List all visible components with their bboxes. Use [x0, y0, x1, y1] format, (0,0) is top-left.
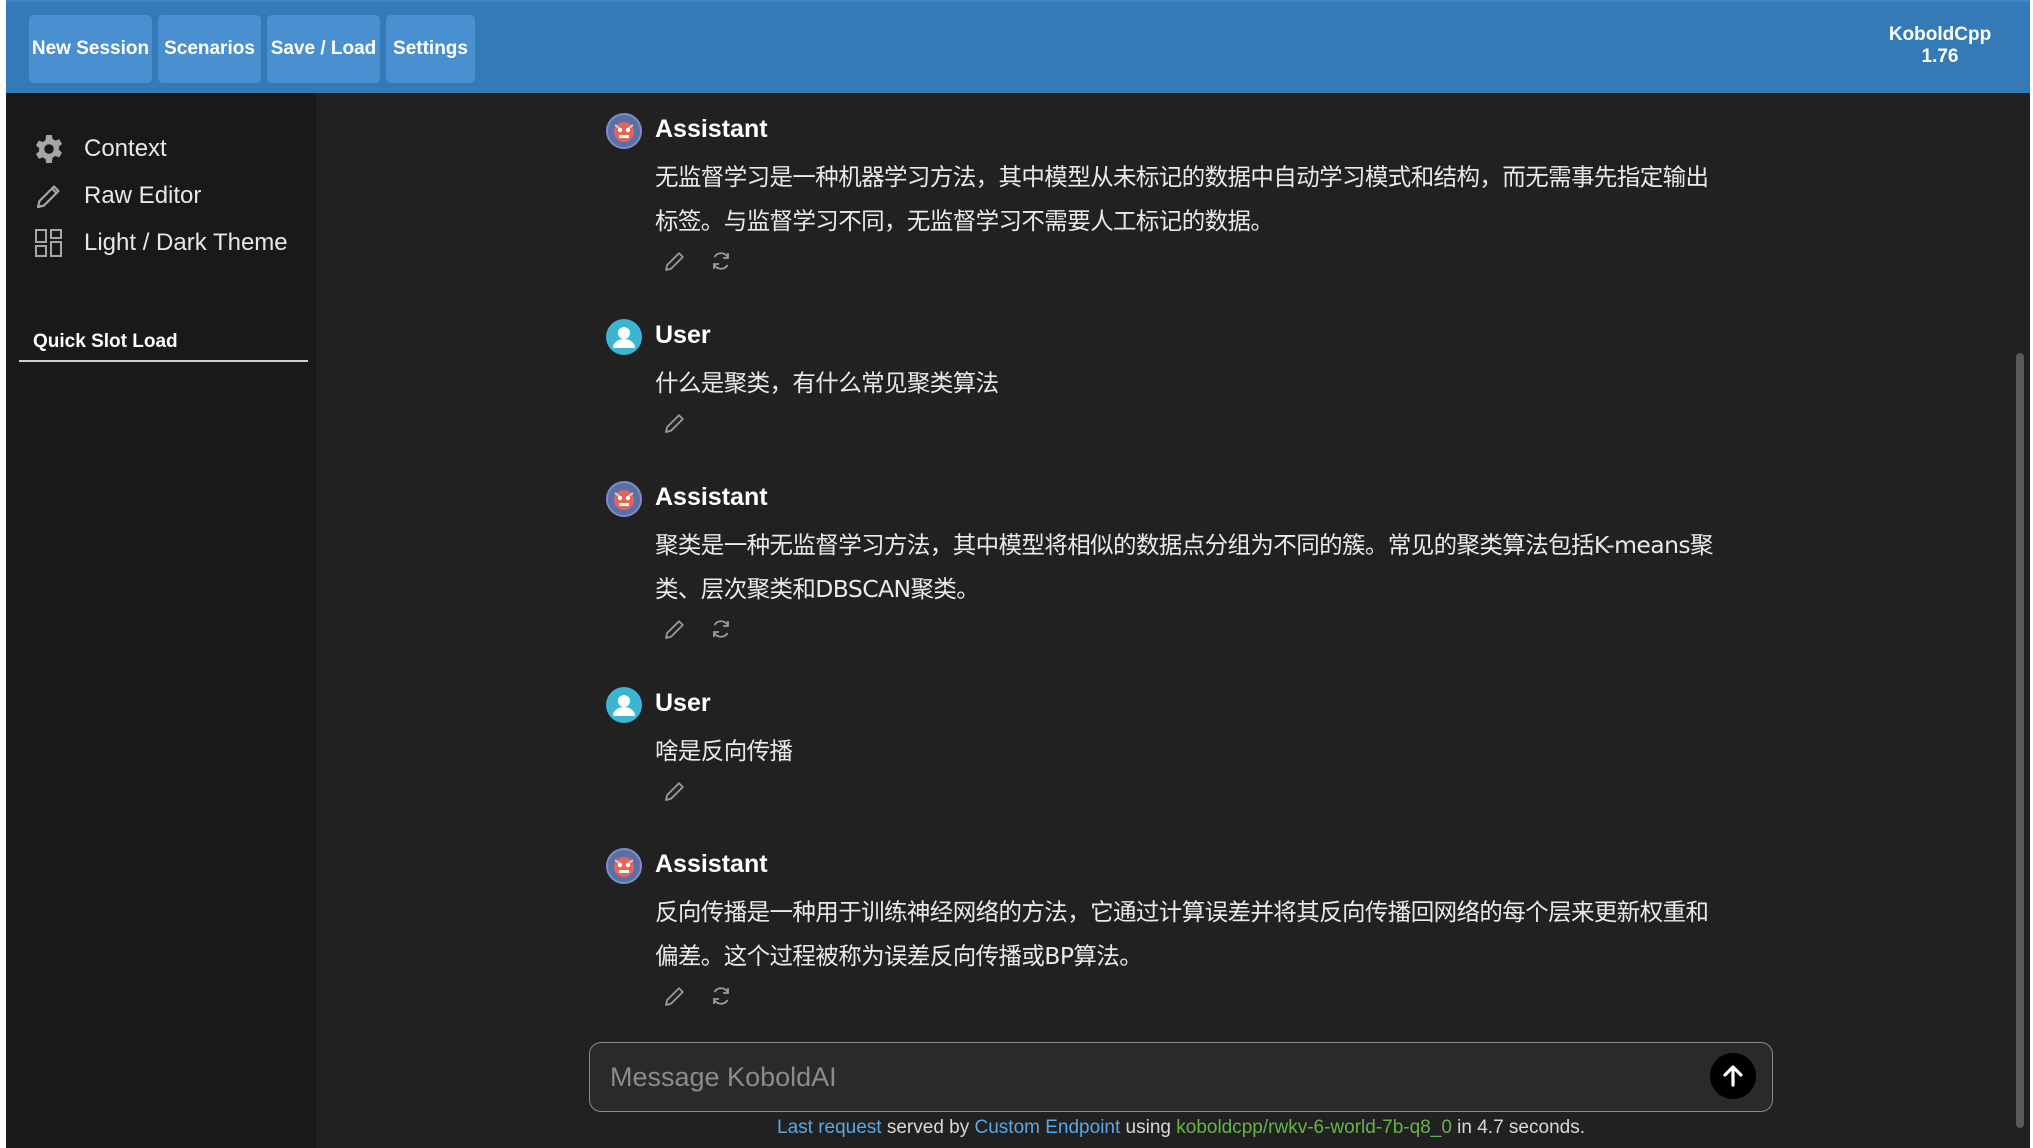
user-avatar: [606, 687, 642, 723]
regenerate-icon[interactable]: [708, 248, 734, 274]
message-author: Assistant: [655, 850, 768, 878]
person-icon: [613, 327, 635, 348]
message-input[interactable]: [610, 1055, 1670, 1099]
sidebar-item-label: Context: [84, 135, 167, 162]
sidebar-item-raw-editor[interactable]: Raw Editor: [32, 176, 312, 216]
sidebar: Context Raw Editor Light / Dark Theme Qu: [6, 93, 316, 1148]
brand-label: KoboldCpp 1.76: [1870, 24, 2010, 68]
model-name: koboldcpp/rwkv-6-world-7b-q8_0: [1176, 1117, 1452, 1138]
message-author: User: [655, 689, 711, 717]
person-icon: [613, 695, 635, 716]
sidebar-item-label: Raw Editor: [84, 182, 202, 209]
chat-scrollbar[interactable]: [2016, 353, 2024, 1128]
edit-pencil-icon[interactable]: [662, 983, 688, 1009]
kobold-icon: [614, 122, 634, 142]
message-author: Assistant: [655, 115, 768, 143]
sidebar-item-context[interactable]: Context: [32, 129, 312, 169]
regenerate-icon[interactable]: [708, 616, 734, 642]
top-navigation-bar: New Session Scenarios Save / Load Settin…: [6, 0, 2030, 93]
gear-icon: [32, 132, 66, 166]
kobold-icon: [614, 857, 634, 877]
quick-slot-load-heading: Quick Slot Load: [33, 331, 178, 352]
footer-text: served by: [886, 1117, 970, 1138]
send-button[interactable]: [1710, 1053, 1756, 1099]
assistant-avatar: [606, 481, 642, 517]
grid-icon: [32, 226, 66, 260]
brand-name: KoboldCpp: [1888, 24, 1992, 45]
kobold-icon: [614, 490, 634, 510]
status-footer: Last request served by Custom Endpoint u…: [316, 1117, 2033, 1139]
edit-pencil-icon[interactable]: [662, 410, 688, 436]
assistant-avatar: [606, 113, 642, 149]
pencil-icon: [32, 179, 66, 213]
last-request-link[interactable]: Last request: [777, 1117, 882, 1138]
message-text: 无监督学习是一种机器学习方法，其中模型从未标记的数据中自动学习模式和结构，而无需…: [655, 163, 1709, 235]
chat-area: Assistant 无监督学习是一种机器学习方法，其中模型从未标记的数据中自动学…: [316, 93, 2030, 1148]
message-text: 反向传播是一种用于训练神经网络的方法，它通过计算误差并将其反向传播回网络的每个层…: [655, 898, 1709, 970]
custom-endpoint-link[interactable]: Custom Endpoint: [975, 1117, 1121, 1138]
assistant-avatar: [606, 848, 642, 884]
arrow-up-icon: [1723, 1065, 1743, 1087]
footer-duration: in 4.7 seconds.: [1457, 1117, 1585, 1138]
message-text: 啥是反向传播: [655, 737, 793, 765]
settings-button[interactable]: Settings: [386, 15, 475, 83]
edit-pencil-icon[interactable]: [662, 616, 688, 642]
message-author: User: [655, 321, 711, 349]
edit-pencil-icon[interactable]: [662, 778, 688, 804]
footer-text: using: [1125, 1117, 1171, 1138]
scenarios-button[interactable]: Scenarios: [158, 15, 261, 83]
sidebar-item-label: Light / Dark Theme: [84, 229, 288, 256]
sidebar-item-theme[interactable]: Light / Dark Theme: [32, 223, 312, 263]
app-window: New Session Scenarios Save / Load Settin…: [6, 0, 2030, 1148]
message-text: 什么是聚类，有什么常见聚类算法: [655, 369, 999, 397]
save-load-button[interactable]: Save / Load: [267, 15, 380, 83]
quick-slot-divider: [19, 360, 308, 362]
message-composer: [589, 1042, 1773, 1112]
user-avatar: [606, 319, 642, 355]
brand-version: 1.76: [1921, 46, 1959, 67]
message-text: 聚类是一种无监督学习方法，其中模型将相似的数据点分组为不同的簇。常见的聚类算法包…: [655, 531, 1714, 603]
message-author: Assistant: [655, 483, 768, 511]
new-session-button[interactable]: New Session: [29, 15, 152, 83]
edit-pencil-icon[interactable]: [662, 248, 688, 274]
regenerate-icon[interactable]: [708, 983, 734, 1009]
